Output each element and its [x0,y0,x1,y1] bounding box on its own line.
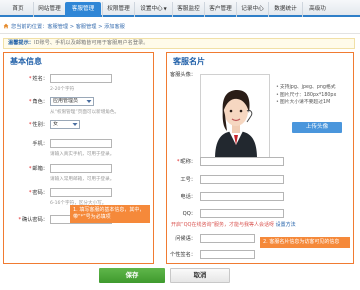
avatar-requirement-item: •图片大小请不要超过1M [276,100,331,105]
job-number-input[interactable] [200,175,284,184]
avatar-requirement-text: 支持jpg、jpeg、png格式 [279,85,336,90]
telephone-input[interactable] [200,192,284,201]
tab-customers[interactable]: 客户管理 [204,2,236,17]
tab-home[interactable]: 首页 [3,2,33,17]
tab-records[interactable]: 记录中心 [236,2,268,17]
tab-website-label: 网站管理 [38,6,61,12]
tab-home-label: 首页 [12,6,24,12]
avatar-requirement-item: •图片尺寸：180px*180px [276,92,337,98]
qq-service-notice: 开启“QQ在线咨询”服务，才能与我等人会话呀 设置方法 [171,221,296,228]
phone-input[interactable] [50,139,112,148]
warm-tip: 温馨提示：ID账号、手机以及邮箱皆可用于客服用户名登录。 [3,38,355,49]
name-label: *姓名： [8,74,48,84]
qq-label: QQ： [182,211,196,217]
basic-info-title: 基本信息 [10,57,42,66]
nickname-label: *昵称： [154,157,196,167]
upload-avatar-button[interactable]: 上传头像 [292,122,342,133]
tab-advanced-label: 高级功 [309,6,326,12]
gender-label-text: 性别： [32,122,48,128]
avatar-label: 客服头像： [170,72,196,78]
home-icon[interactable] [3,23,9,29]
tab-website[interactable]: 网站管理 [33,2,65,17]
email-label: *邮箱： [8,164,48,174]
tab-service-label: 客服管理 [71,6,95,12]
tab-service[interactable]: 客服管理 [65,2,101,17]
phone-hint: 请输入真实手机，可用于登录。 [50,152,115,157]
qq-setup-link[interactable]: 设置方法 [276,222,296,228]
tab-monitor[interactable]: 客服监控 [172,2,204,17]
email-hint: 请输入常用邮箱，可用于登录。 [50,177,115,182]
tab-monitor-label: 客服监控 [177,6,200,12]
password-label-text: 密码： [32,190,48,196]
role-label-text: 角色： [32,99,48,105]
business-card-title: 客服名片 [173,57,205,66]
save-button[interactable]: 保存 [99,268,165,283]
phone-label-text: 手机： [32,141,48,147]
qq-notice-text: 开启“QQ在线咨询”服务，才能与我等人会话呀 [171,222,275,228]
avatar-requirement-text: 图片大小请不要超过1M [279,100,331,105]
signature-label: 个性签名： [170,252,196,258]
tab-statistics-label: 数据统计 [274,6,297,12]
phone-label: 手机： [8,139,48,149]
name-label-text: 姓名： [32,76,48,82]
greeting-label: 问候语： [175,236,196,242]
chevron-down-icon: ▼ [163,6,167,11]
tab-customers-label: 客户管理 [209,6,232,12]
name-input[interactable] [50,74,112,83]
confirm-password-label: *确认密码： [8,215,48,225]
tab-records-label: 记录中心 [241,6,264,12]
email-label-text: 邮箱： [32,166,48,172]
role-select-value: 应用管理员 [53,98,79,104]
required-icon: * [18,217,22,223]
chevron-down-icon [72,123,78,126]
avatar-requirement-text: 图片尺寸：180px*180px [279,92,337,98]
tab-permission[interactable]: 权限管理 [102,2,134,17]
gender-select[interactable]: 女 [50,120,80,129]
basic-info-callout: 1. 填写客服的基本信息，其中，带“*”号为必填项 [70,205,150,223]
confirm-password-label-text: 确认密码： [22,217,48,223]
cancel-button[interactable]: 取消 [170,268,230,283]
gender-select-value: 女 [53,121,59,127]
password-label: *密码： [8,188,48,198]
business-card-callout: 2. 客服名片信息为访客可见的信息 [260,237,350,248]
password-input[interactable] [50,188,112,197]
breadcrumb: 您当前的位置：客服管理 > 客服管理 > 添加客服 [0,19,360,34]
top-navigation: 首页 网站管理 客服管理 权限管理 设置中心▼ 客服监控 客户管理 记录中心 数… [0,0,360,17]
qq-input[interactable] [200,209,284,218]
avatar-requirements: •支持jpg、jpeg、png格式 •图片尺寸：180px*180px •图片大… [276,84,336,107]
tab-statistics[interactable]: 数据统计 [268,2,302,17]
tip-text: ID账号、手机以及邮箱皆可用于客服用户名登录。 [33,40,149,46]
greeting-input[interactable] [200,234,255,243]
tab-settings-label: 设置中心 [140,6,163,12]
role-label: *角色： [8,97,48,107]
email-input[interactable] [50,164,112,173]
role-select[interactable]: 应用管理员 [50,97,94,106]
job-number-label: 工号： [180,177,196,183]
avatar-photo [201,75,269,157]
name-hint: 2-20个字符 [50,87,75,92]
gender-label: *性别： [8,120,48,130]
tab-permission-label: 权限管理 [107,6,130,12]
tab-advanced[interactable]: 高级功 [302,2,332,17]
telephone-label: 电话： [180,194,196,200]
avatar [200,74,270,158]
chevron-down-icon [86,100,92,103]
role-hint: 从“权限管理”页面可以新增角色。 [50,110,120,115]
breadcrumb-text[interactable]: 您当前的位置：客服管理 > 客服管理 > 添加客服 [11,23,125,30]
nickname-input[interactable] [200,157,284,166]
nickname-label-text: 昵称： [180,159,196,165]
tab-settings[interactable]: 设置中心▼ [134,2,172,17]
tip-label: 温馨提示： [8,40,34,46]
signature-input[interactable] [200,250,255,259]
avatar-requirement-item: •支持jpg、jpeg、png格式 [276,85,336,90]
